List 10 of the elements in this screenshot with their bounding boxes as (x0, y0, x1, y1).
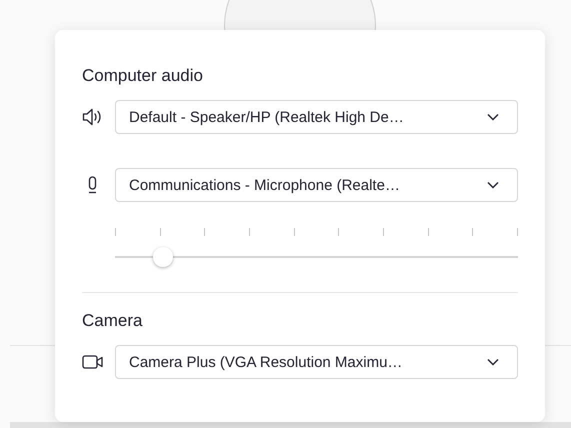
video-camera-icon (82, 353, 104, 371)
chevron-down-icon (487, 181, 499, 189)
chevron-down-icon (487, 113, 499, 121)
section-title: Camera (82, 310, 144, 332)
slider-thumb[interactable] (153, 247, 174, 267)
chevron-down-icon (487, 358, 499, 366)
device-dropdown[interactable]: Communications - Microphone (Realte… (115, 168, 518, 202)
device-dropdown[interactable]: Camera Plus (VGA Resolution Maximu… (115, 345, 518, 379)
device-dropdown[interactable]: Default - Speaker/HP (Realtek High De… (115, 100, 518, 134)
section-title: Computer audio (82, 65, 204, 87)
